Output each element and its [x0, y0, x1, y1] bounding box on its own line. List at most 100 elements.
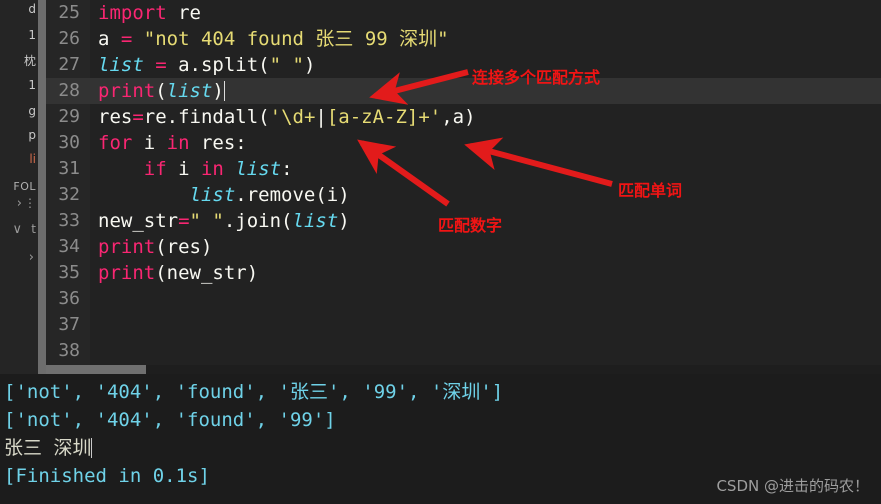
token: .remove(i) — [235, 184, 350, 206]
code-line-33[interactable]: 33 new_str=" ".join(list) — [46, 208, 881, 234]
token: print — [98, 262, 156, 284]
line-number: 27 — [58, 54, 80, 75]
token: (res) — [155, 236, 213, 258]
code-text: if i in list: — [98, 156, 293, 182]
code-lines-container[interactable]: 25 import re 26 a = "not 404 found 张三 99 深圳… — [46, 0, 881, 364]
code-line-36[interactable]: 36 — [46, 286, 881, 312]
token: list — [292, 210, 339, 232]
sidebar-tree-item-0[interactable]: ⋮ — [24, 196, 36, 210]
token: if — [143, 158, 167, 180]
token: = — [155, 54, 167, 76]
sidebar-open-file-6[interactable]: li — [29, 152, 36, 166]
line-number: 36 — [58, 288, 80, 309]
code-line-38[interactable]: 38 — [46, 338, 881, 364]
code-editor-window: d 1 枕 1 g p li FOL › ⋮ ∨ t › 25 import re 26 a = "not … — [0, 0, 881, 504]
line-number: 32 — [58, 184, 80, 205]
code-line-26[interactable]: 26 a = "not 404 found 张三 99 深圳" — [46, 26, 881, 52]
code-line-27[interactable]: 27 list = a.split(" ") — [46, 52, 881, 78]
output-cursor — [91, 438, 93, 458]
code-line-34[interactable]: 34 print(res) — [46, 234, 881, 260]
chevron-right-icon[interactable]: › — [29, 250, 34, 265]
sidebar-open-file-0[interactable]: d — [28, 2, 36, 16]
token: res: — [189, 132, 247, 154]
editor-horizontal-scrollbar[interactable] — [46, 365, 881, 374]
code-line-31[interactable]: 31 if i in list: — [46, 156, 881, 182]
code-text: new_str=" ".join(list) — [98, 208, 350, 234]
output-console-lines: ['not', '404', 'found', '张三', '99', '深圳'… — [0, 378, 881, 490]
token: re — [166, 2, 201, 24]
token: in — [200, 158, 224, 180]
token: print — [98, 80, 156, 102]
line-number: 37 — [58, 314, 80, 335]
sidebar-tree-item-1[interactable]: t — [31, 222, 36, 236]
token: .join( — [223, 210, 293, 232]
token: = — [120, 28, 133, 50]
code-text: a = "not 404 found 张三 99 深圳" — [98, 26, 449, 52]
token: : — [281, 158, 293, 180]
line-number: 25 — [58, 2, 80, 23]
token: list — [98, 54, 144, 76]
output-line-1: ['not', '404', 'found', '99'] — [4, 409, 336, 431]
output-line-2: 张三 深圳 — [4, 437, 93, 459]
token: list — [166, 80, 213, 102]
code-text: res=re.findall('\d+|[a-zA-Z]+',a) — [98, 104, 476, 130]
token: i — [166, 158, 201, 180]
output-line-0: ['not', '404', 'found', '张三', '99', '深圳'… — [4, 381, 504, 403]
code-text: print(new_str) — [98, 260, 258, 286]
token: '\d+ — [269, 106, 316, 128]
token: " " — [189, 210, 224, 232]
sidebar-open-file-5[interactable]: p — [28, 128, 36, 142]
line-number: 28 — [58, 80, 80, 101]
text-cursor — [223, 81, 225, 101]
code-line-28[interactable]: 28 print(list) — [46, 78, 881, 104]
token: ,a) — [441, 106, 476, 128]
token: in — [166, 132, 190, 154]
token: ( — [155, 80, 167, 102]
token: a.split( — [166, 54, 270, 76]
code-line-30[interactable]: 30 for i in res: — [46, 130, 881, 156]
chevron-down-icon[interactable]: ∨ — [12, 222, 22, 237]
code-line-37[interactable]: 37 — [46, 312, 881, 338]
token: = — [178, 210, 190, 232]
sidebar-open-file-2[interactable]: 枕 — [24, 52, 36, 69]
code-editor-pane[interactable]: 25 import re 26 a = "not 404 found 张三 99 深圳… — [46, 0, 881, 374]
token: new_str — [98, 210, 179, 232]
token: res — [98, 106, 133, 128]
token: = — [132, 106, 144, 128]
chevron-right-icon[interactable]: › — [17, 196, 22, 211]
token: list — [235, 158, 282, 180]
line-number: 29 — [58, 106, 80, 127]
sidebar-open-file-3[interactable]: 1 — [28, 78, 36, 92]
line-number: 31 — [58, 158, 80, 179]
line-number: 33 — [58, 210, 80, 231]
watermark: CSDN @进击的码农！ — [716, 477, 869, 495]
code-text: print(res) — [98, 234, 212, 260]
sidebar-open-file-4[interactable]: g — [28, 104, 36, 118]
token: a — [98, 28, 121, 50]
line-number: 26 — [58, 28, 80, 49]
token: list — [189, 184, 236, 206]
token: "not 404 found 张三 99 深圳" — [143, 28, 449, 50]
code-text: list = a.split(" ") — [98, 52, 315, 78]
editor-scrollbar-thumb[interactable] — [46, 365, 146, 374]
token: for — [98, 132, 133, 154]
token: ) — [303, 54, 316, 76]
code-line-25[interactable]: 25 import re — [46, 0, 881, 26]
token: i — [132, 132, 167, 154]
sidebar-open-file-1[interactable]: 1 — [28, 28, 36, 42]
token: | — [315, 106, 327, 128]
token: [a-zA-Z]+' — [326, 106, 442, 128]
token: ) — [212, 80, 224, 102]
code-line-35[interactable]: 35 print(new_str) — [46, 260, 881, 286]
code-text: print(list) — [98, 78, 225, 104]
line-number: 30 — [58, 132, 80, 153]
code-line-29[interactable]: 29 res=re.findall('\d+|[a-zA-Z]+',a) — [46, 104, 881, 130]
token: (new_str) — [155, 262, 259, 284]
code-line-32[interactable]: 32 list.remove(i) — [46, 182, 881, 208]
line-number: 34 — [58, 236, 80, 257]
